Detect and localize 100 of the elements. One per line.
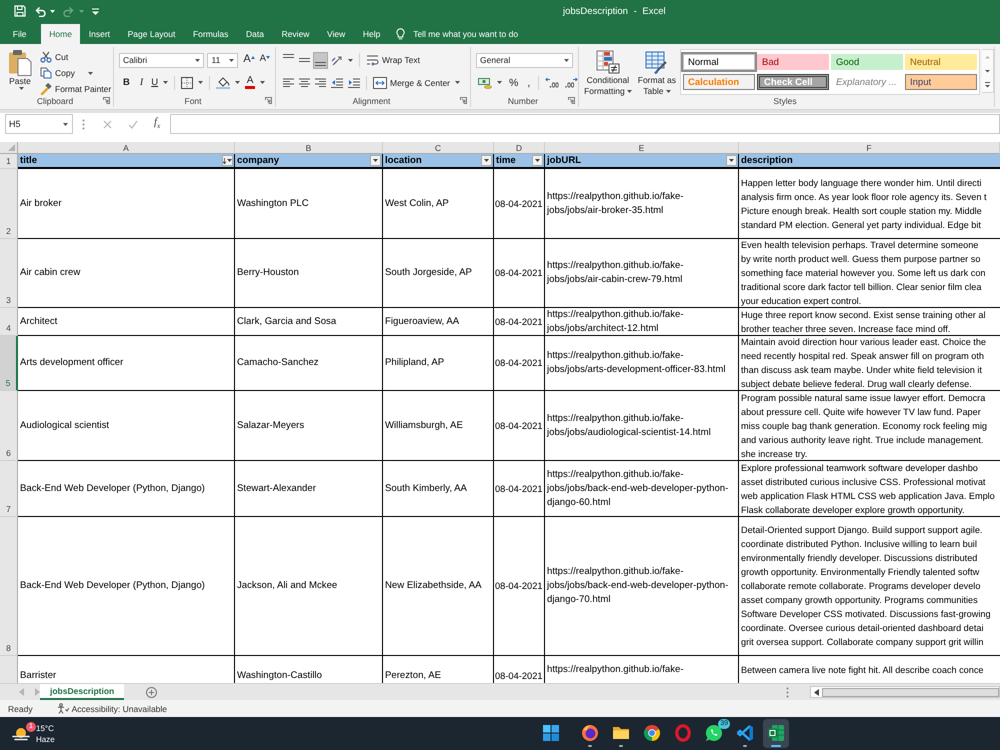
row-header[interactable]: 1 bbox=[0, 154, 18, 169]
lightbulb-icon[interactable] bbox=[396, 28, 406, 40]
dialog-launcher-icon[interactable] bbox=[460, 97, 467, 104]
number-format-field[interactable]: General bbox=[476, 52, 573, 68]
row-header[interactable]: 4 bbox=[0, 308, 18, 336]
bottom-align-button[interactable] bbox=[313, 52, 328, 69]
grow-font-button[interactable]: A bbox=[241, 52, 257, 69]
group-label: Alignment bbox=[352, 96, 390, 106]
cell-style-option[interactable]: Good bbox=[831, 54, 903, 70]
paste-button[interactable]: Paste bbox=[5, 48, 35, 91]
cell-style-option[interactable]: Input bbox=[905, 74, 977, 90]
table-cell: https://realpython.github.io/fake- jobs/jobs/air-broker-35.html bbox=[545, 169, 739, 239]
scrollbar-thumb[interactable] bbox=[822, 688, 999, 696]
cut-button[interactable]: Cut bbox=[38, 49, 114, 65]
row-header[interactable]: 6 bbox=[0, 391, 18, 461]
undo-button[interactable] bbox=[34, 6, 55, 16]
format-as-table-button[interactable]: Format as Table bbox=[636, 48, 678, 99]
column-header[interactable]: F bbox=[739, 142, 1000, 154]
ribbon-tab[interactable]: Home bbox=[41, 24, 80, 44]
copy-button[interactable]: Copy bbox=[38, 65, 114, 81]
column-title: time bbox=[496, 155, 516, 166]
ribbon-tab[interactable]: Help bbox=[354, 24, 390, 44]
column-title: title bbox=[20, 155, 38, 166]
formula-input-field[interactable] bbox=[170, 114, 1000, 134]
ribbon-tab[interactable]: Data bbox=[237, 24, 273, 44]
cell-style-option[interactable]: Neutral bbox=[905, 54, 977, 70]
table-brush-icon bbox=[644, 50, 669, 74]
column-title: location bbox=[385, 155, 422, 166]
column-title: description bbox=[741, 155, 793, 166]
filter-button[interactable] bbox=[222, 155, 233, 166]
horizontal-scrollbar[interactable] bbox=[810, 686, 1000, 698]
row-header[interactable]: 3 bbox=[0, 239, 18, 308]
ribbon-tab[interactable]: View bbox=[318, 24, 354, 44]
align-right-icon bbox=[315, 78, 326, 88]
filter-button[interactable] bbox=[370, 155, 381, 166]
table-cell: Clark, Garcia and Sosa bbox=[235, 308, 383, 336]
sheet-tab[interactable]: jobsDescription bbox=[40, 684, 124, 700]
flame-globe-icon bbox=[581, 724, 599, 742]
column-header[interactable]: C bbox=[383, 142, 494, 154]
borders-button[interactable] bbox=[179, 74, 206, 92]
table-cell: https://realpython.github.io/fake- jobs/jobs/back-end-web-developer-python- django-60.html bbox=[545, 461, 739, 517]
save-icon[interactable] bbox=[14, 5, 26, 17]
segmented-circle-icon bbox=[643, 724, 661, 742]
column-header[interactable]: B bbox=[235, 142, 383, 154]
row-header[interactable]: 8 bbox=[0, 517, 18, 656]
middle-align-icon bbox=[299, 58, 310, 62]
row-header[interactable]: 2 bbox=[0, 169, 18, 239]
row-header[interactable]: 7 bbox=[0, 461, 18, 517]
ribbon-tab[interactable]: Formulas bbox=[184, 24, 238, 44]
conditional-formatting-button[interactable]: Conditional Formatting bbox=[582, 48, 634, 99]
shrink-font-button[interactable]: A bbox=[258, 52, 272, 69]
caret-icon bbox=[373, 159, 378, 162]
align-left-icon bbox=[283, 78, 294, 88]
tell-me-field[interactable]: Tell me what you want to do bbox=[413, 29, 528, 39]
filter-button[interactable] bbox=[532, 155, 543, 166]
column-title: jobURL bbox=[547, 155, 582, 166]
filter-button[interactable] bbox=[726, 155, 737, 166]
accessibility-status[interactable]: Accessibility: Unavailable bbox=[72, 704, 168, 714]
bold-button[interactable]: B bbox=[119, 74, 134, 92]
caret-icon bbox=[63, 122, 68, 126]
insert-function-button[interactable]: f$_{x}$ bbox=[154, 116, 160, 132]
ribbon-tab[interactable]: Review bbox=[272, 24, 318, 44]
percent-style-button[interactable]: % bbox=[505, 74, 522, 92]
row-header[interactable]: 5 bbox=[0, 336, 18, 391]
scroll-left-icon[interactable] bbox=[814, 688, 819, 696]
accessibility-icon[interactable] bbox=[56, 703, 69, 714]
underline-button[interactable]: U bbox=[149, 74, 170, 92]
comma-style-button[interactable]: , bbox=[523, 74, 534, 92]
name-box[interactable]: H5 bbox=[5, 114, 73, 134]
cell-style-option[interactable]: Normal bbox=[683, 54, 755, 70]
add-sheet-icon[interactable] bbox=[146, 686, 158, 698]
dialog-launcher-icon[interactable] bbox=[265, 97, 272, 104]
merge-center-button[interactable]: Merge & Center bbox=[371, 74, 462, 92]
customize-icon[interactable] bbox=[92, 8, 99, 14]
table-cell: Jackson, Ali and Mckee bbox=[235, 517, 383, 656]
wrap-text-button[interactable]: Wrap Text bbox=[364, 52, 422, 69]
font-size-field[interactable]: 11 bbox=[207, 52, 238, 68]
cell-style-option[interactable]: Bad bbox=[757, 54, 829, 70]
weather-icon[interactable] bbox=[11, 726, 31, 742]
group-label: Styles bbox=[773, 96, 797, 106]
ribbon-tab[interactable]: File bbox=[4, 24, 36, 44]
dialog-launcher-icon[interactable] bbox=[103, 97, 110, 104]
cell-style-option[interactable]: Explanatory ... bbox=[831, 74, 903, 90]
column-header[interactable]: E bbox=[545, 142, 739, 154]
drag-handle-icon[interactable] bbox=[786, 686, 789, 698]
ribbon-tab[interactable]: Page Layout bbox=[118, 24, 184, 44]
italic-button[interactable]: I bbox=[134, 74, 148, 92]
column-header[interactable]: D bbox=[494, 142, 545, 154]
caret-down-icon bbox=[266, 56, 270, 59]
ribbon-tab[interactable]: Insert bbox=[80, 24, 119, 44]
format-painter-button[interactable]: Format Painter bbox=[38, 81, 114, 97]
taskbar-button[interactable] bbox=[763, 719, 789, 748]
filter-button[interactable] bbox=[481, 155, 492, 166]
column-header[interactable]: A bbox=[18, 142, 235, 154]
folder-icon bbox=[612, 724, 630, 742]
font-name-field[interactable]: Calibri bbox=[119, 52, 204, 68]
decrease-decimal-icon bbox=[564, 77, 578, 88]
font-color-button[interactable]: A bbox=[243, 74, 268, 92]
caret-icon bbox=[227, 159, 232, 162]
dialog-launcher-icon[interactable] bbox=[568, 97, 576, 104]
